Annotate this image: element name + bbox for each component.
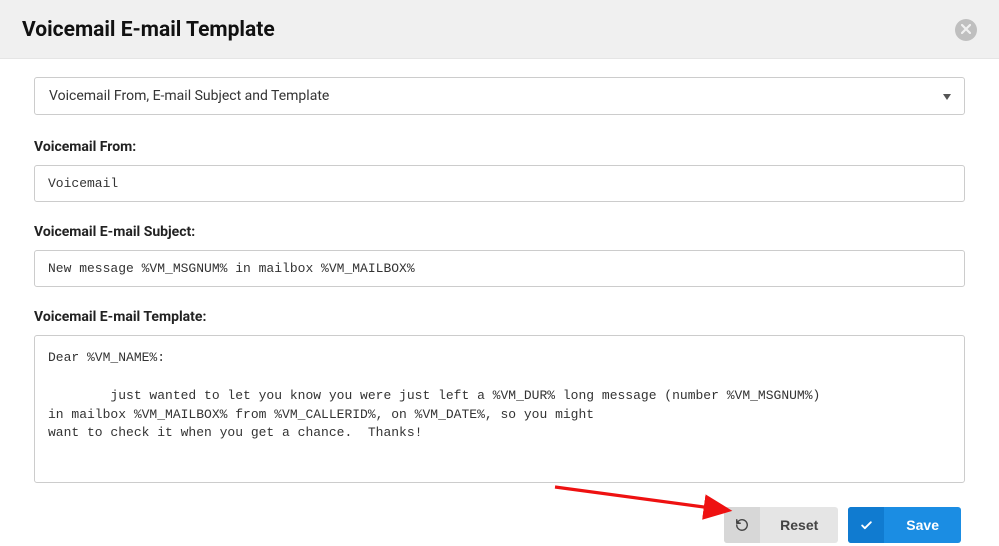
template-block: Voicemail E-mail Template: (34, 309, 965, 487)
template-textarea[interactable] (34, 335, 965, 483)
subject-label: Voicemail E-mail Subject: (34, 224, 965, 240)
reset-button-label: Reset (760, 517, 838, 533)
check-icon (848, 507, 884, 543)
template-label: Voicemail E-mail Template: (34, 309, 965, 325)
subject-input[interactable] (34, 250, 965, 287)
modal-body: Voicemail From, E-mail Subject and Templ… (0, 59, 999, 543)
page-title: Voicemail E-mail Template (22, 18, 275, 42)
template-type-select[interactable]: Voicemail From, E-mail Subject and Templ… (34, 77, 965, 115)
save-button-label: Save (884, 517, 961, 533)
close-icon (961, 22, 971, 38)
from-input[interactable] (34, 165, 965, 202)
action-row: Reset Save (34, 507, 961, 543)
modal-header: Voicemail E-mail Template (0, 0, 999, 59)
undo-icon (724, 507, 760, 543)
reset-button[interactable]: Reset (724, 507, 838, 543)
close-button[interactable] (955, 19, 977, 41)
template-type-select-wrap: Voicemail From, E-mail Subject and Templ… (34, 77, 965, 115)
from-label: Voicemail From: (34, 139, 965, 155)
save-button[interactable]: Save (848, 507, 961, 543)
